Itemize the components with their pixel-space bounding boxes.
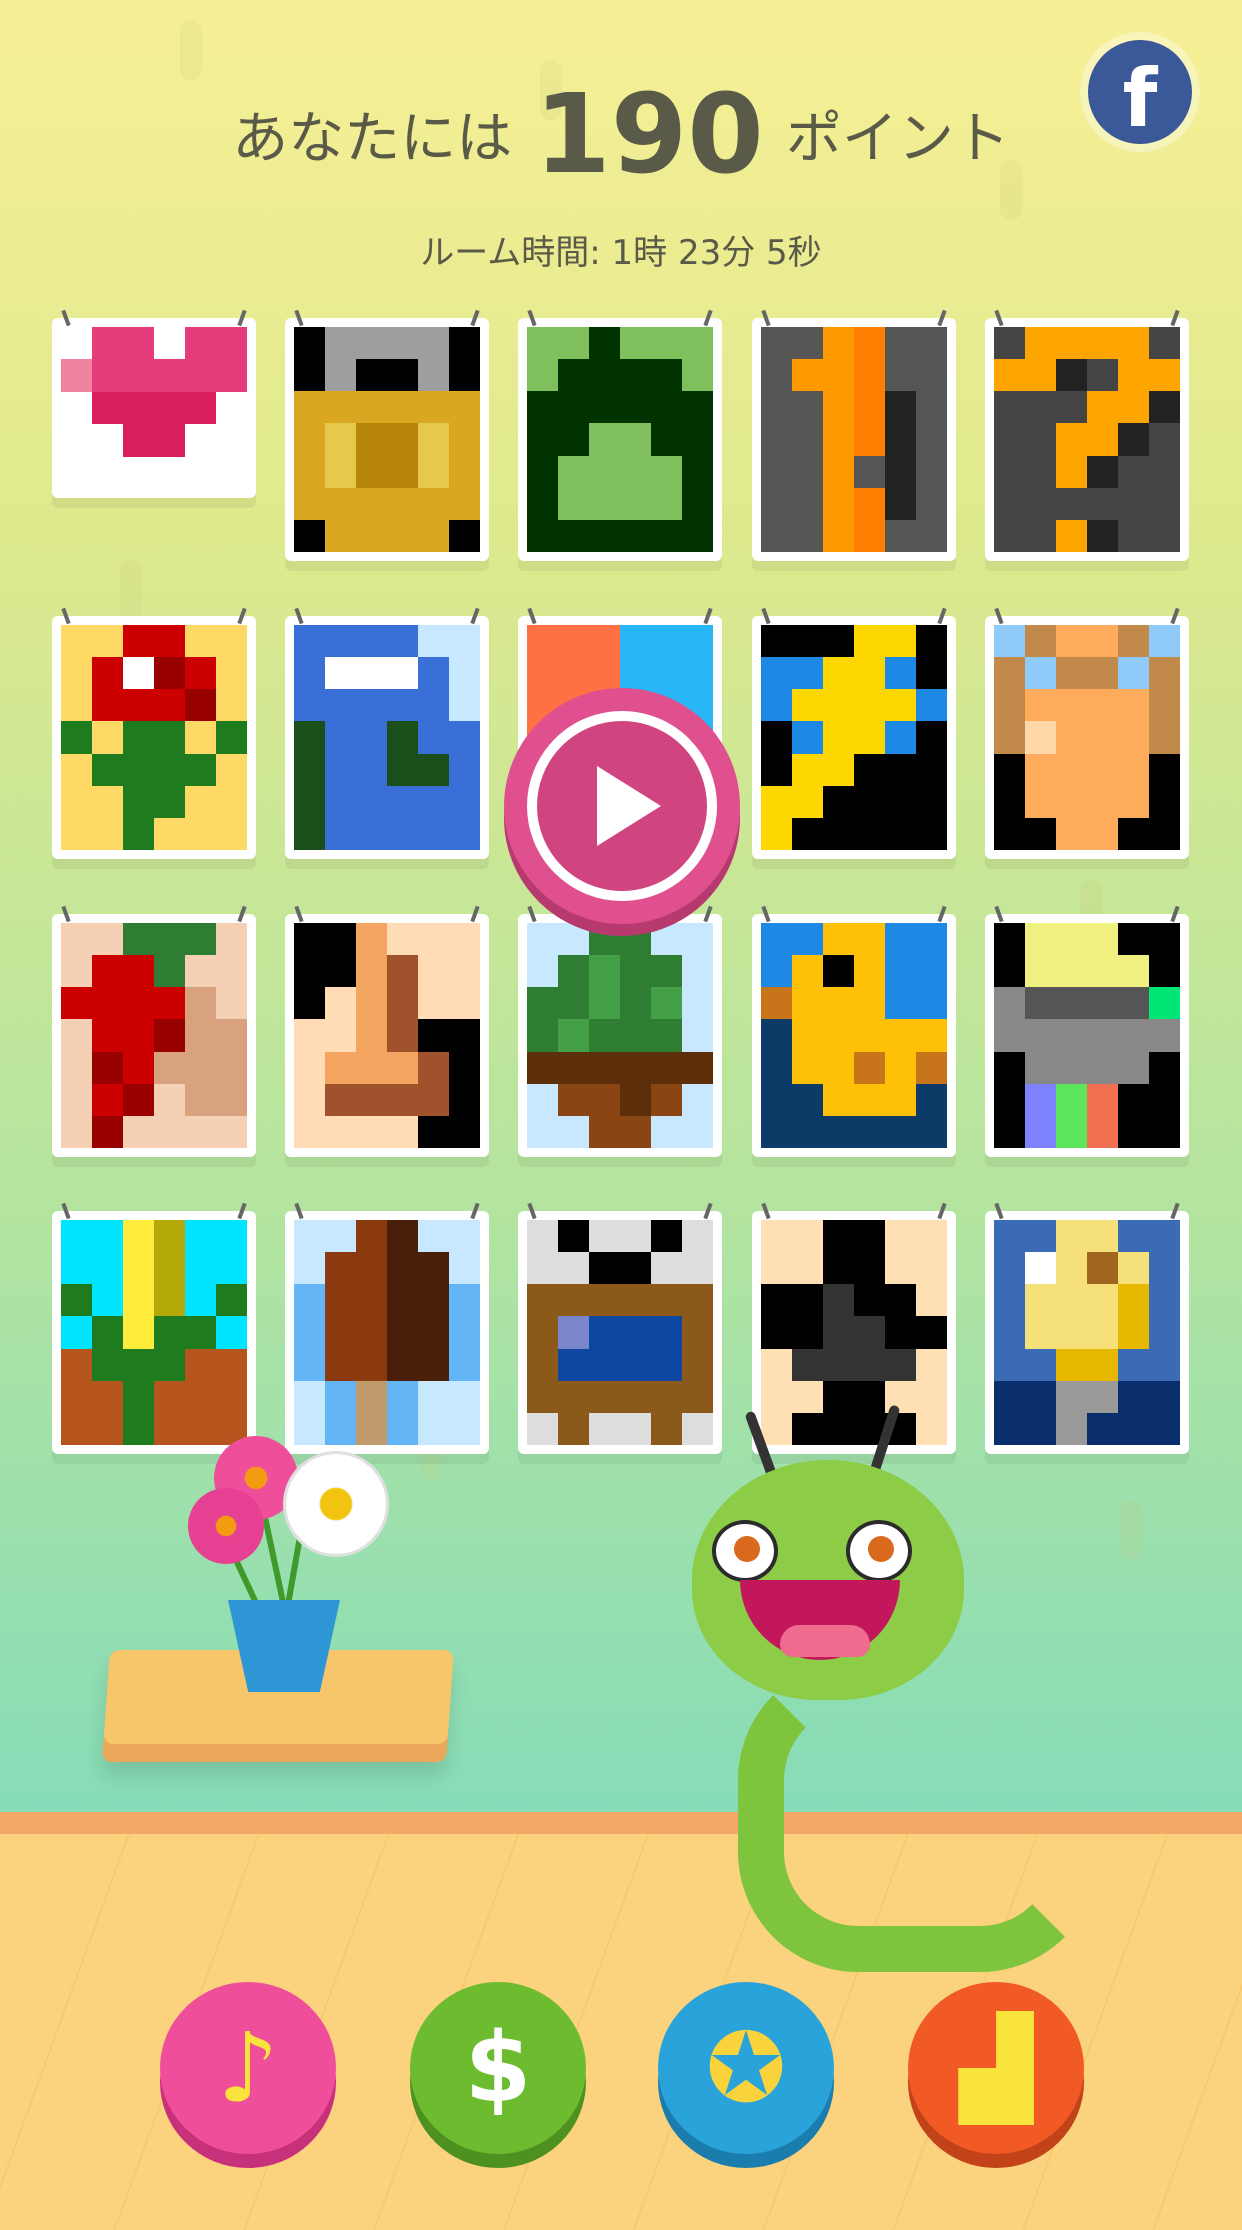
puzzle-thumbnail	[994, 625, 1180, 850]
puzzle-card-blue-figure[interactable]	[285, 616, 489, 859]
puzzle-card-pepper[interactable]	[52, 914, 256, 1157]
snake-eye	[846, 1520, 912, 1582]
snake-body	[738, 1660, 1100, 1972]
puzzle-card-padlock[interactable]	[285, 318, 489, 561]
puzzle-thumbnail	[994, 923, 1180, 1148]
play-button[interactable]	[504, 688, 740, 924]
puzzle-card-heart[interactable]	[52, 318, 256, 498]
snake-tongue	[780, 1625, 870, 1657]
puzzle-thumbnail	[994, 327, 1180, 552]
play-ring	[527, 711, 717, 901]
play-icon	[597, 766, 661, 846]
music-note-icon: ♪	[217, 2012, 279, 2124]
shop-button[interactable]: $	[410, 1982, 586, 2154]
puzzle-thumbnail	[761, 1220, 947, 1445]
puzzle-thumbnail	[527, 327, 713, 552]
snake-eye	[712, 1520, 778, 1582]
music-button[interactable]: ♪	[160, 1982, 336, 2154]
puzzle-thumbnail	[294, 327, 480, 552]
puzzle-thumbnail	[294, 1220, 480, 1445]
puzzle-card-lightning[interactable]	[752, 616, 956, 859]
puzzle-thumbnail	[61, 1220, 247, 1445]
pink-flower	[188, 1488, 264, 1564]
puzzle-thumbnail	[527, 1220, 713, 1445]
points-suffix: ポイント	[785, 106, 1010, 172]
puzzle-thumbnail	[761, 625, 947, 850]
puzzle-card-rose[interactable]	[52, 616, 256, 859]
puzzle-card-corn[interactable]	[52, 1211, 256, 1454]
puzzle-card-exclamation[interactable]	[752, 318, 956, 561]
puzzle-card-plant[interactable]	[518, 914, 722, 1157]
medal-icon: ✪	[705, 2012, 787, 2124]
puzzle-card-chess-piece[interactable]	[285, 914, 489, 1157]
leaderboard-button[interactable]: ▟	[908, 1982, 1084, 2154]
puzzle-thumbnail	[61, 625, 247, 850]
puzzle-thumbnail	[527, 923, 713, 1148]
puzzle-card-duck[interactable]	[752, 914, 956, 1157]
dollar-icon: $	[464, 2012, 532, 2124]
white-flower	[286, 1454, 386, 1554]
puzzle-thumbnail	[61, 923, 247, 1148]
puzzle-card-popsicle[interactable]	[285, 1211, 489, 1454]
puzzle-thumbnail	[294, 625, 480, 850]
podium-icon: ▟	[959, 2012, 1033, 2124]
points-prefix: あなたには	[232, 106, 513, 172]
puzzle-thumbnail	[761, 923, 947, 1148]
points-value: 190	[534, 70, 764, 198]
puzzle-card-lamp[interactable]	[985, 914, 1189, 1157]
achievements-button[interactable]: ✪	[658, 1982, 834, 2154]
puzzle-card-lightbulb[interactable]	[985, 1211, 1189, 1454]
room-time: ルーム時間: 1時 23分 5秒	[420, 233, 822, 273]
puzzle-thumbnail	[294, 923, 480, 1148]
puzzle-card-vase[interactable]	[985, 616, 1189, 859]
puzzle-card-tv[interactable]	[518, 1211, 722, 1454]
puzzle-thumbnail	[61, 327, 247, 489]
puzzle-card-melon[interactable]	[518, 318, 722, 561]
puzzle-card-club[interactable]	[752, 1211, 956, 1454]
puzzle-thumbnail	[994, 1220, 1180, 1445]
points-display: あなたには 190 ポイント	[0, 70, 1242, 198]
puzzle-card-question[interactable]	[985, 318, 1189, 561]
puzzle-thumbnail	[761, 327, 947, 552]
